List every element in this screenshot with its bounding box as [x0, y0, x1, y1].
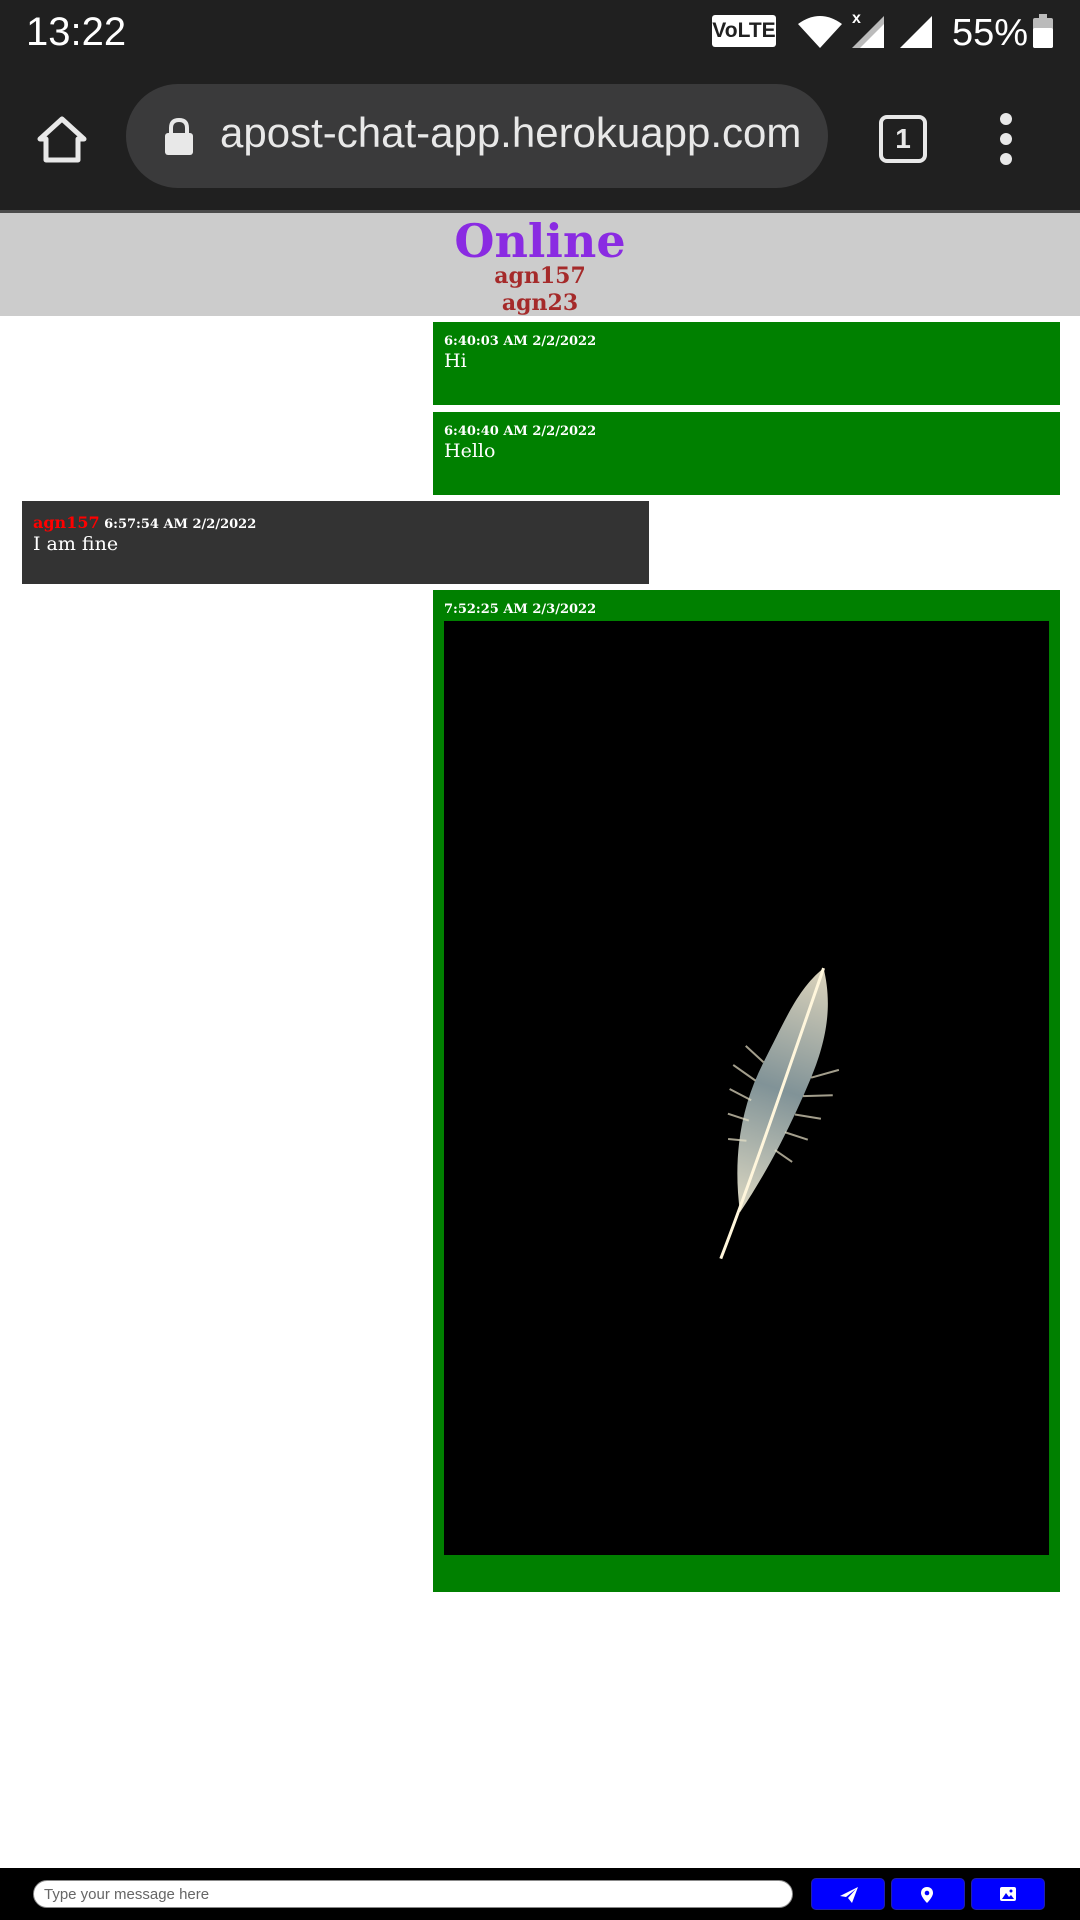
overflow-menu-icon[interactable]: [996, 113, 1016, 165]
message-input[interactable]: [33, 1880, 793, 1908]
online-users-panel: Online agn157 agn23: [0, 213, 1080, 316]
message-timestamp: 6:57:54 AM 2/2/2022: [104, 517, 257, 532]
browser-toolbar: apost-chat-app.herokuapp.com 1: [0, 65, 1080, 213]
message-text: I am fine: [33, 533, 119, 555]
share-location-button[interactable]: [891, 1878, 965, 1910]
status-time: 13:22: [26, 10, 127, 54]
message-timestamp: 6:40:03 AM 2/2/2022: [444, 334, 597, 349]
received-message: agn157 6:57:54 AM 2/2/2022 I am fine: [22, 501, 649, 584]
signal-icon: [900, 16, 932, 48]
own-image-message: 7:52:25 AM 2/3/2022: [433, 590, 1060, 1592]
message-sender: agn157: [33, 513, 100, 532]
message-text: Hi: [444, 350, 467, 372]
online-user: agn23: [501, 290, 579, 316]
message-timestamp: 7:52:25 AM 2/3/2022: [444, 602, 597, 617]
address-bar[interactable]: apost-chat-app.herokuapp.com: [126, 84, 828, 188]
message-text: Hello: [444, 440, 496, 462]
lock-icon: [165, 118, 193, 155]
own-message: 6:40:40 AM 2/2/2022 Hello: [433, 412, 1060, 495]
home-icon[interactable]: [36, 113, 88, 165]
message-composer: [0, 1868, 1080, 1920]
battery-icon: [1033, 14, 1053, 48]
status-bar: 13:22 VoLTE x 55%: [0, 0, 1080, 65]
wifi-icon: [798, 16, 842, 48]
send-image-button[interactable]: [971, 1878, 1045, 1910]
battery-percent: 55%: [952, 12, 1029, 54]
online-title: Online: [454, 214, 626, 268]
volte-badge: VoLTE: [712, 15, 776, 47]
url-text[interactable]: apost-chat-app.herokuapp.com: [220, 109, 801, 157]
location-pin-icon: [921, 1887, 933, 1903]
feather-image: [719, 967, 840, 1260]
image-icon: [1000, 1887, 1016, 1901]
own-message: 6:40:03 AM 2/2/2022 Hi: [433, 322, 1060, 405]
send-icon: [840, 1887, 858, 1903]
tab-switcher-button[interactable]: 1: [879, 115, 927, 163]
message-image[interactable]: [444, 621, 1049, 1555]
signal-icon: [852, 16, 884, 48]
online-user: agn157: [494, 263, 586, 289]
message-timestamp: 6:40:40 AM 2/2/2022: [444, 424, 597, 439]
send-button[interactable]: [811, 1878, 885, 1910]
